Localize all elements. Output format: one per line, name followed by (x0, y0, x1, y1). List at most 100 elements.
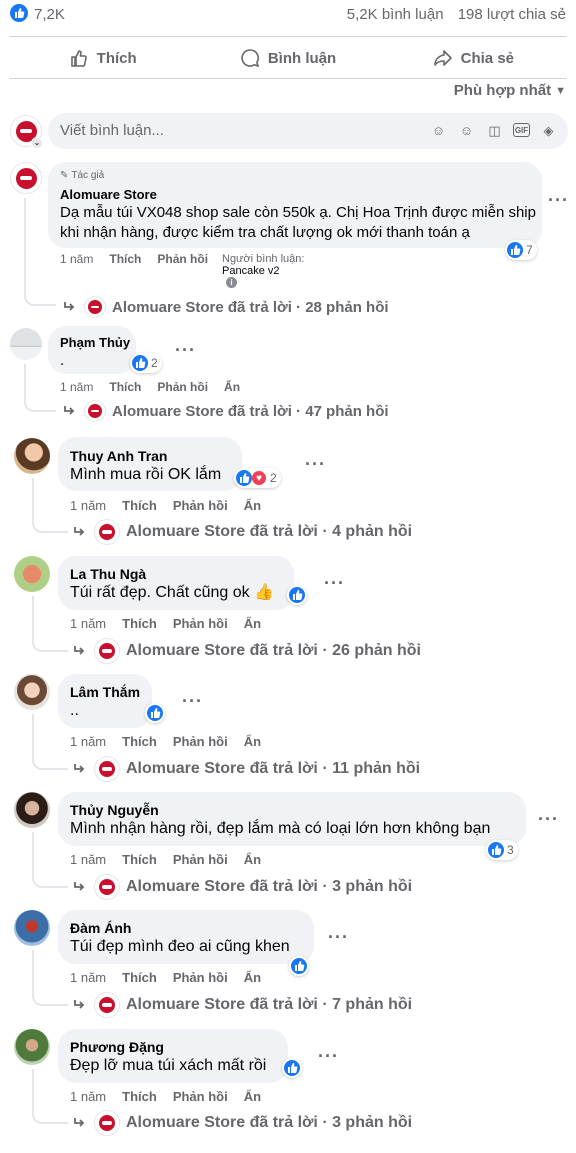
like-link[interactable]: Thích (122, 734, 157, 749)
avatar[interactable] (10, 328, 42, 360)
emoji-icon[interactable]: ☺ (457, 121, 476, 140)
more-options-icon[interactable]: ··· (305, 454, 326, 475)
commenter-app-name: Pancake v2 (222, 265, 280, 277)
comment-input[interactable]: Viết bình luận... ☺ ☺ ◫ GIF ◈ (48, 113, 568, 149)
view-replies[interactable]: Alomuare Store đã trả lời · 4 phản hồi (72, 519, 412, 545)
like-button[interactable]: Thích (10, 38, 195, 78)
comment-author[interactable]: Alomuare Store (60, 187, 157, 202)
avatar[interactable] (14, 1029, 50, 1065)
reaction-count[interactable]: 7 (505, 240, 537, 260)
comment-author[interactable]: Phương Đặng (70, 1039, 164, 1055)
reaction-count[interactable]: 3 (486, 840, 518, 860)
like-link[interactable]: Thích (109, 380, 141, 394)
more-options-icon[interactable]: ··· (548, 190, 569, 211)
reply-link[interactable]: Phản hồi (173, 616, 228, 631)
view-replies[interactable]: Alomuare Store đã trả lời · 3 phản hồi (72, 1110, 412, 1136)
comment-author[interactable]: Lâm Thắm (70, 684, 140, 700)
replies-label: Alomuare Store đã trả lời · 47 phản hồi (112, 402, 389, 420)
more-options-icon[interactable]: ··· (538, 809, 559, 830)
comment-author[interactable]: Đàm Ánh (70, 920, 131, 936)
comment-time[interactable]: 1 năm (60, 380, 93, 394)
reply-link[interactable]: Phản hồi (173, 852, 228, 867)
comment-time[interactable]: 1 năm (70, 616, 106, 631)
view-replies[interactable]: Alomuare Store đã trả lời · 47 phản hồi (62, 400, 389, 422)
share-count[interactable]: 198 lượt chia sẻ (458, 6, 566, 23)
comment-time[interactable]: 1 năm (70, 970, 106, 985)
like-count[interactable]: 7,2K (34, 6, 65, 23)
comment-button[interactable]: Bình luận (195, 38, 380, 78)
reaction-number: 3 (507, 843, 514, 857)
reaction-count[interactable] (289, 956, 309, 976)
hide-link[interactable]: Ẩn (244, 734, 261, 749)
more-options-icon[interactable]: ··· (328, 927, 349, 948)
reaction-count[interactable]: ♥ 2 (234, 468, 281, 488)
comment-author[interactable]: Phạm Thủy (60, 335, 130, 350)
like-link[interactable]: Thích (122, 970, 157, 985)
gif-icon[interactable]: GIF (513, 123, 530, 137)
reaction-count[interactable]: 2 (130, 353, 162, 373)
share-button[interactable]: Chia sẻ (381, 38, 566, 78)
view-replies[interactable]: Alomuare Store đã trả lời · 26 phản hồi (72, 638, 421, 664)
comment-author[interactable]: La Thu Ngà (70, 566, 146, 582)
reaction-count[interactable] (145, 703, 165, 723)
hide-link[interactable]: Ẩn (244, 852, 261, 867)
hide-link[interactable]: Ẩn (224, 380, 240, 394)
avatar[interactable] (14, 674, 50, 710)
camera-icon[interactable]: ◫ (485, 121, 504, 140)
view-replies[interactable]: Alomuare Store đã trả lời · 11 phản hồi (72, 756, 420, 782)
avatar[interactable] (14, 556, 50, 592)
comment-meta: 1 năm Thích Phản hồi Ẩn (70, 852, 261, 867)
like-reaction-icon (507, 242, 523, 258)
comment-time[interactable]: 1 năm (70, 498, 106, 513)
like-link[interactable]: Thích (122, 616, 157, 631)
comment-text: khi nhận hàng, được kiểm tra chất lượng … (60, 224, 470, 241)
view-replies[interactable]: Alomuare Store đã trả lời · 7 phản hồi (72, 992, 412, 1018)
like-link[interactable]: Thích (109, 252, 141, 266)
store-avatar (84, 296, 106, 318)
like-reaction-icon (132, 355, 148, 371)
reply-link[interactable]: Phản hồi (157, 380, 208, 394)
reaction-count[interactable] (287, 585, 307, 605)
thread-line (32, 478, 68, 533)
comment-time[interactable]: 1 năm (70, 852, 106, 867)
reply-link[interactable]: Phản hồi (157, 252, 208, 266)
like-reaction-icon (236, 470, 252, 486)
comment-count[interactable]: 5,2K bình luận (347, 6, 444, 23)
avatar-sticker-icon[interactable]: ☺ (429, 121, 448, 140)
avatar[interactable] (14, 792, 50, 828)
avatar[interactable] (10, 162, 42, 194)
comment-author[interactable]: Thủy Nguyễn (70, 802, 159, 818)
more-options-icon[interactable]: ··· (175, 340, 196, 361)
comment-time[interactable]: 1 năm (60, 252, 93, 266)
hide-link[interactable]: Ẩn (244, 970, 261, 985)
comment-author[interactable]: Thuy Anh Tran (70, 448, 167, 464)
like-reaction-icon (284, 1060, 300, 1076)
reply-link[interactable]: Phản hồi (173, 498, 228, 513)
comment-time[interactable]: 1 năm (70, 734, 106, 749)
hide-link[interactable]: Ẩn (244, 498, 261, 513)
avatar[interactable] (14, 910, 50, 946)
sort-label: Phù hợp nhất (453, 82, 552, 99)
reply-link[interactable]: Phản hồi (173, 734, 228, 749)
reaction-count[interactable] (282, 1058, 302, 1078)
view-replies[interactable]: Alomuare Store đã trả lời · 28 phản hồi (62, 296, 389, 318)
reply-link[interactable]: Phản hồi (173, 1089, 228, 1104)
more-options-icon[interactable]: ··· (324, 573, 345, 594)
hide-link[interactable]: Ẩn (244, 1089, 261, 1104)
like-link[interactable]: Thích (122, 498, 157, 513)
sort-dropdown[interactable]: Phù hợp nhất ▼ (454, 82, 566, 99)
reply-link[interactable]: Phản hồi (173, 970, 228, 985)
sticker-icon[interactable]: ◈ (539, 121, 558, 140)
info-icon[interactable]: i (226, 277, 237, 288)
avatar[interactable] (14, 438, 50, 474)
comment-time[interactable]: 1 năm (70, 1089, 106, 1104)
like-link[interactable]: Thích (122, 1089, 157, 1104)
more-options-icon[interactable]: ··· (182, 691, 203, 712)
author-badge-label: Tác giả (71, 170, 105, 181)
like-link[interactable]: Thích (122, 852, 157, 867)
hide-link[interactable]: Ẩn (244, 616, 261, 631)
comment-meta: 1 năm Thích Phản hồi Ẩn (70, 970, 261, 985)
more-options-icon[interactable]: ··· (318, 1046, 339, 1067)
chevron-down-icon[interactable]: ⌄ (31, 137, 43, 149)
view-replies[interactable]: Alomuare Store đã trả lời · 3 phản hồi (72, 874, 412, 900)
